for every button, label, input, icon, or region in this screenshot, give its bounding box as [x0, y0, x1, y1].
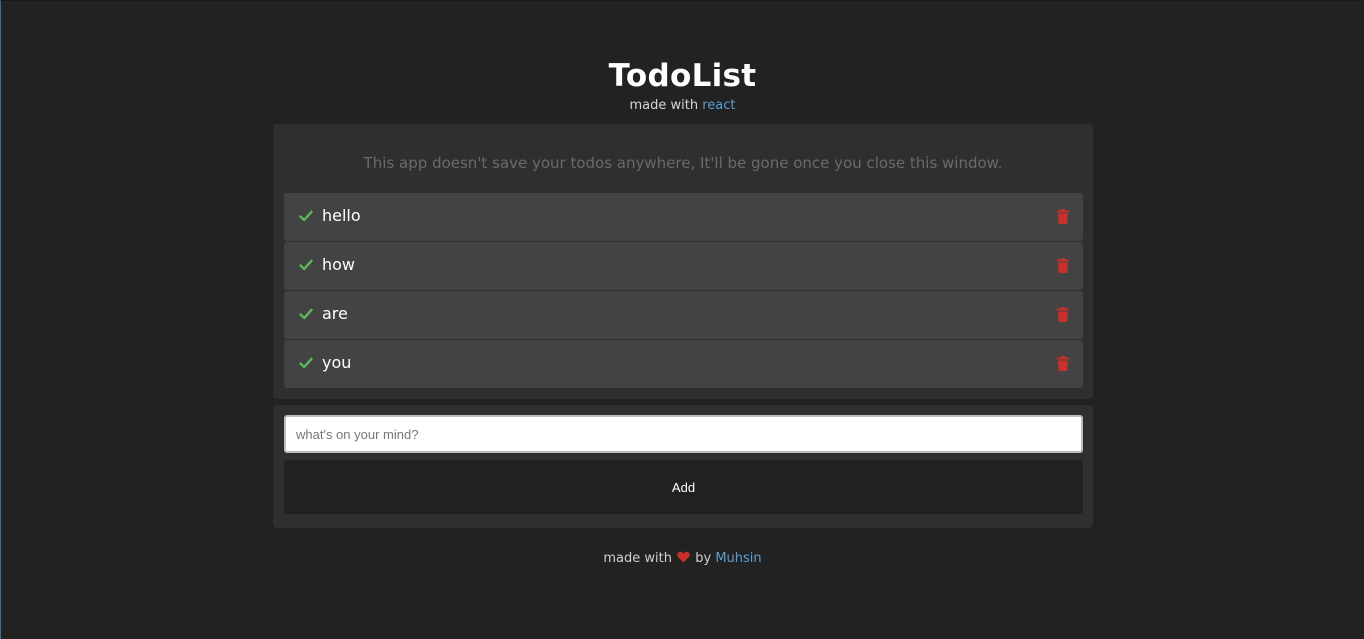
footer-prefix: made with	[603, 551, 677, 566]
page-title: TodoList	[608, 58, 757, 94]
add-todo-form: Add	[273, 405, 1093, 528]
add-button[interactable]: Add	[284, 460, 1083, 514]
author-link[interactable]: Muhsin	[715, 551, 761, 566]
todo-panel: This app doesn't save your todos anywher…	[273, 124, 1093, 399]
page-header: TodoList made with react	[1, 56, 1364, 114]
check-icon[interactable]	[299, 307, 313, 321]
trash-icon[interactable]	[1057, 258, 1069, 273]
todo-text: you	[322, 353, 352, 372]
todo-text: are	[322, 304, 348, 323]
footer-by: by	[691, 551, 716, 566]
page-subtitle: made with react	[1, 98, 1364, 114]
footer: made with by Muhsin	[1, 550, 1364, 568]
trash-icon[interactable]	[1057, 307, 1069, 322]
todo-item: are	[284, 291, 1083, 339]
subtitle-prefix: made with	[629, 98, 703, 113]
todo-input[interactable]	[284, 415, 1083, 453]
todo-item: hello	[284, 193, 1083, 241]
notice-text: This app doesn't save your todos anywher…	[363, 154, 1003, 172]
todo-text: hello	[322, 206, 361, 225]
react-link[interactable]: react	[702, 98, 735, 113]
check-icon[interactable]	[299, 209, 313, 223]
trash-icon[interactable]	[1057, 209, 1069, 224]
check-icon[interactable]	[299, 356, 313, 370]
check-icon[interactable]	[299, 258, 313, 272]
todo-item: you	[284, 340, 1083, 388]
todo-list: hello how are you	[284, 193, 1083, 389]
trash-icon[interactable]	[1057, 356, 1069, 371]
todo-text: how	[322, 255, 356, 274]
heart-icon	[677, 551, 690, 563]
todo-item: how	[284, 242, 1083, 290]
